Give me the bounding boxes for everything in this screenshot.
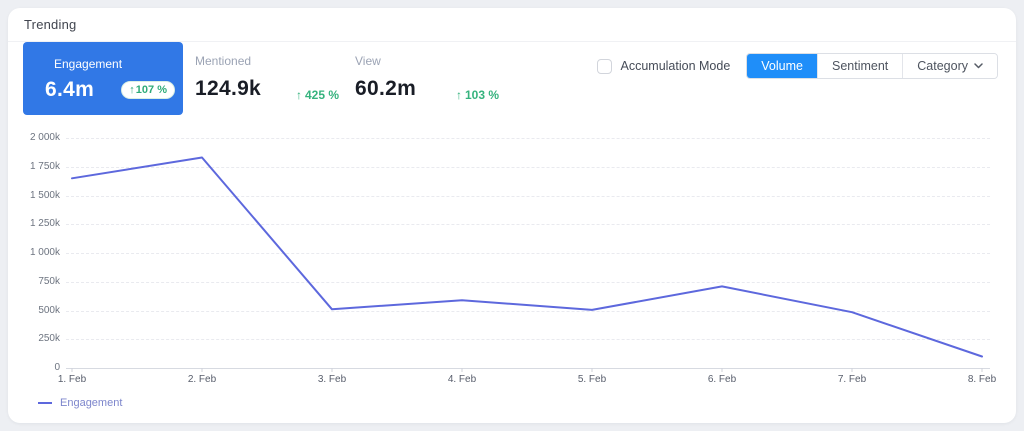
- arrow-up-icon: ↑: [296, 88, 302, 102]
- delta-value: 103 %: [465, 88, 500, 102]
- stat-value: 60.2m: [355, 77, 417, 100]
- delta-value: 425 %: [305, 88, 340, 102]
- view-mode-button-group: Volume Sentiment Category: [746, 53, 998, 79]
- panel-header: Trending: [8, 8, 1016, 42]
- stat-card-mentioned[interactable]: Mentioned 124.9k: [195, 54, 261, 101]
- stat-label: View: [355, 54, 381, 68]
- stat-card-view[interactable]: View 60.2m: [355, 54, 416, 101]
- legend-line-swatch: [38, 402, 52, 404]
- category-dropdown-button[interactable]: Category: [902, 54, 997, 78]
- accumulation-mode-checkbox[interactable]: [596, 58, 612, 74]
- stat-value: 124.9k: [195, 77, 262, 100]
- stat-card-engagement[interactable]: Engagement 6.4m ↑ 107 %: [23, 42, 183, 115]
- stat-label: Mentioned: [195, 54, 252, 68]
- delta-value: 107 %: [135, 83, 167, 96]
- accumulation-mode-toggle[interactable]: Accumulation Mode: [596, 58, 731, 74]
- category-button-label: Category: [917, 58, 968, 73]
- chevron-down-icon: [974, 63, 983, 69]
- delta-badge: ↑ 107 %: [121, 80, 175, 99]
- accumulation-mode-label: Accumulation Mode: [620, 59, 731, 73]
- delta-mentioned: ↑ 425 %: [296, 88, 339, 102]
- chart-legend[interactable]: Engagement: [38, 397, 122, 409]
- stats-row: Engagement 6.4m ↑ 107 % Mentioned 124.9k…: [8, 42, 1016, 115]
- trending-panel: Trending Engagement 6.4m ↑ 107 % Mention…: [8, 8, 1016, 423]
- stat-value: 6.4m: [45, 78, 95, 101]
- volume-button[interactable]: Volume: [747, 54, 817, 78]
- page-title: Trending: [24, 17, 77, 32]
- sentiment-button[interactable]: Sentiment: [816, 54, 903, 78]
- engagement-line-chart[interactable]: 2 000k 1 750k 1 500k 1 250k 1 000k 750k 500k 25…: [8, 130, 1016, 392]
- arrow-up-icon: ↑: [456, 88, 462, 102]
- chart-controls: Accumulation Mode Volume Sentiment Categ…: [596, 53, 998, 79]
- legend-label: Engagement: [60, 397, 123, 409]
- delta-view: ↑ 103 %: [456, 88, 499, 102]
- arrow-up-icon: ↑: [129, 83, 135, 96]
- chart-canvas: [71, 156, 983, 372]
- stat-label: Engagement: [54, 57, 123, 71]
